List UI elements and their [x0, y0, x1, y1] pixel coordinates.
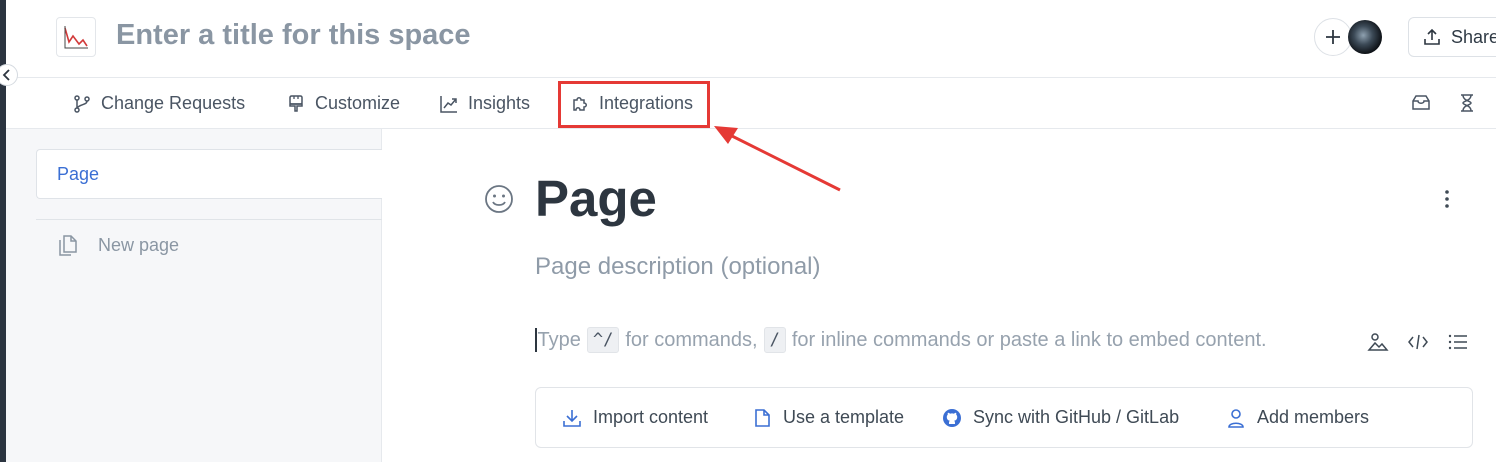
more-options-icon[interactable]	[1435, 187, 1459, 211]
sync-github-button[interactable]: Sync with GitHub / GitLab	[942, 388, 1179, 447]
smiley-icon[interactable]	[483, 183, 515, 215]
new-page-icon	[59, 235, 77, 256]
add-button[interactable]	[1314, 18, 1352, 56]
branch-icon	[74, 94, 90, 113]
share-upload-icon	[1424, 28, 1440, 45]
editor-hint-part1: Type	[537, 328, 581, 351]
sidebar-divider	[36, 219, 382, 220]
share-label: Share	[1451, 26, 1496, 47]
tab-change-requests-label: Change Requests	[101, 93, 246, 113]
paint-brush-icon	[289, 94, 303, 112]
add-members-label: Add members	[1257, 407, 1370, 427]
editor-input[interactable]: Type ^/ for commands, / for inline comma…	[535, 327, 1267, 353]
plus-icon	[1326, 30, 1340, 44]
pages-sidebar: Page New page	[6, 129, 382, 462]
tab-customize[interactable]: Customize	[286, 78, 400, 129]
sidebar-item-page[interactable]: Page	[36, 149, 382, 199]
trend-chart-icon	[440, 95, 457, 113]
chevron-left-icon	[2, 69, 10, 81]
file-icon	[755, 408, 770, 427]
page-title[interactable]: Page	[535, 169, 657, 228]
import-content-label: Import content	[593, 407, 709, 427]
new-page-button[interactable]: New page	[56, 233, 179, 257]
use-template-button[interactable]: Use a template	[752, 388, 904, 447]
image-insert-icon[interactable]	[1367, 331, 1389, 353]
hourglass-icon[interactable]	[1456, 92, 1478, 114]
page-editor: Page Page description (optional) Type ^/…	[383, 129, 1496, 462]
shortcut-kbd-commands: ^/	[586, 327, 620, 353]
tab-insights-label: Insights	[468, 93, 531, 113]
sidebar-item-label: Page	[57, 163, 100, 184]
add-members-button[interactable]: Add members	[1226, 388, 1369, 447]
shortcut-kbd-inline: /	[763, 327, 786, 353]
space-logo[interactable]	[56, 17, 96, 57]
new-page-label: New page	[98, 234, 180, 255]
tab-insights[interactable]: Insights	[439, 78, 530, 129]
editor-hint-part2: for commands,	[625, 328, 758, 351]
avatar[interactable]	[1348, 20, 1382, 54]
github-icon	[943, 408, 961, 427]
list-icon[interactable]	[1447, 331, 1469, 353]
annotation-arrow	[714, 126, 841, 192]
inbox-icon[interactable]	[1410, 92, 1432, 114]
text-caret	[535, 328, 537, 352]
sync-github-label: Sync with GitHub / GitLab	[973, 407, 1180, 427]
space-header: Enter a title for this space Share	[6, 0, 1496, 78]
tab-change-requests[interactable]: Change Requests	[72, 78, 245, 129]
space-title-input[interactable]: Enter a title for this space	[116, 19, 471, 52]
editor-hint-part3: for inline commands or paste a link to e…	[791, 328, 1267, 351]
use-template-label: Use a template	[783, 407, 905, 427]
page-description-input[interactable]: Page description (optional)	[535, 253, 821, 281]
logo-chart-icon	[64, 26, 88, 49]
code-block-icon[interactable]	[1407, 331, 1429, 353]
tab-customize-label: Customize	[315, 93, 401, 113]
user-icon	[1228, 408, 1244, 428]
download-icon	[563, 409, 581, 427]
import-content-button[interactable]: Import content	[562, 388, 708, 447]
annotation-highlight-box	[558, 81, 710, 128]
share-button[interactable]: Share	[1408, 17, 1496, 57]
quick-actions-bar: Import content Use a template Sync with …	[535, 387, 1473, 448]
